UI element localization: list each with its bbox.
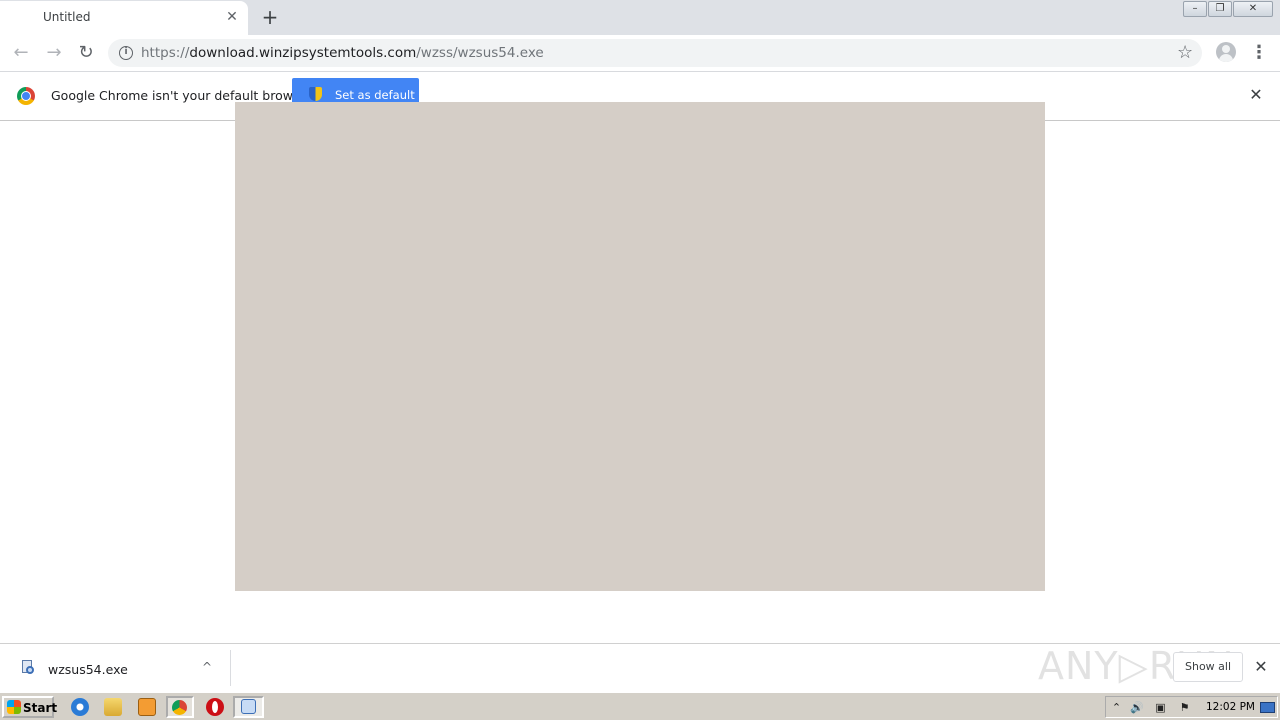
- profile-avatar-icon[interactable]: [1216, 42, 1236, 62]
- start-label: Start: [23, 701, 58, 715]
- tab-close-icon[interactable]: ✕: [224, 9, 240, 25]
- chevron-up-icon[interactable]: ^: [199, 659, 215, 675]
- opera-icon[interactable]: [206, 698, 224, 716]
- new-tab-button[interactable]: +: [259, 6, 281, 28]
- installer-taskbar-icon: [241, 699, 256, 714]
- bookmark-star-icon[interactable]: ☆: [1177, 42, 1193, 63]
- address-bar[interactable]: i https://download.winzipsystemtools.com…: [108, 39, 1202, 67]
- infobar-close-icon[interactable]: ✕: [1248, 87, 1264, 103]
- blank-app-window[interactable]: [235, 102, 1045, 591]
- taskbar: Start ⌃ 🔊 ▣ ⚑ 12:02 PM: [0, 692, 1280, 720]
- action-center-flag-icon[interactable]: ⚑: [1178, 701, 1191, 714]
- restore-button[interactable]: ❐: [1208, 1, 1232, 17]
- minimize-button[interactable]: –: [1183, 1, 1207, 17]
- uac-shield-icon: [309, 87, 322, 101]
- download-file-name[interactable]: wzsus54.exe: [48, 662, 128, 677]
- download-shelf: wzsus54.exe ^ ANY▷RUN Show all ✕: [0, 643, 1280, 692]
- chrome-menu-icon[interactable]: ⋮: [1250, 41, 1268, 65]
- screen: Untitled ✕ + – ❐ ✕ ← → ↻ i https://downl…: [0, 0, 1280, 720]
- media-player-icon[interactable]: [138, 698, 156, 716]
- tab-strip: Untitled ✕ + – ❐ ✕: [0, 0, 1280, 35]
- taskbar-clock[interactable]: 12:02 PM: [1206, 701, 1255, 713]
- internet-explorer-icon[interactable]: [71, 698, 89, 716]
- forward-button[interactable]: →: [42, 41, 66, 65]
- shelf-divider: [230, 650, 231, 686]
- browser-toolbar: ← → ↻ i https://download.winzipsystemtoo…: [0, 35, 1280, 72]
- network-icon[interactable]: ▣: [1154, 701, 1167, 714]
- exe-file-icon: [20, 660, 36, 678]
- infobar-message: Google Chrome isn't your default browser: [51, 88, 313, 103]
- tab-untitled[interactable]: Untitled ✕: [0, 1, 248, 35]
- chrome-taskbar-icon: [172, 700, 187, 715]
- volume-icon[interactable]: 🔊: [1130, 701, 1144, 714]
- url-path: /wzss/wzsus54.exe: [416, 45, 544, 61]
- system-tray: ⌃ 🔊 ▣ ⚑ 12:02 PM: [1105, 696, 1278, 718]
- chrome-logo-icon: [17, 87, 35, 105]
- tab-title: Untitled: [43, 10, 91, 24]
- tray-expand-icon[interactable]: ⌃: [1110, 701, 1123, 714]
- set-as-default-label: Set as default: [335, 88, 415, 102]
- close-window-button[interactable]: ✕: [1233, 1, 1273, 17]
- file-explorer-icon[interactable]: [104, 698, 122, 716]
- shelf-close-icon[interactable]: ✕: [1253, 659, 1269, 675]
- url-text[interactable]: https://download.winzipsystemtools.com/w…: [141, 45, 544, 61]
- site-info-icon[interactable]: i: [119, 46, 133, 60]
- url-host: download.winzipsystemtools.com: [189, 45, 417, 61]
- show-desktop-icon[interactable]: [1260, 702, 1275, 713]
- start-button[interactable]: Start: [2, 696, 58, 718]
- show-all-button[interactable]: Show all: [1173, 652, 1243, 682]
- reload-button[interactable]: ↻: [74, 41, 98, 65]
- back-button[interactable]: ←: [9, 41, 33, 65]
- windows-logo-icon: [7, 700, 21, 714]
- url-scheme: https://: [141, 45, 190, 61]
